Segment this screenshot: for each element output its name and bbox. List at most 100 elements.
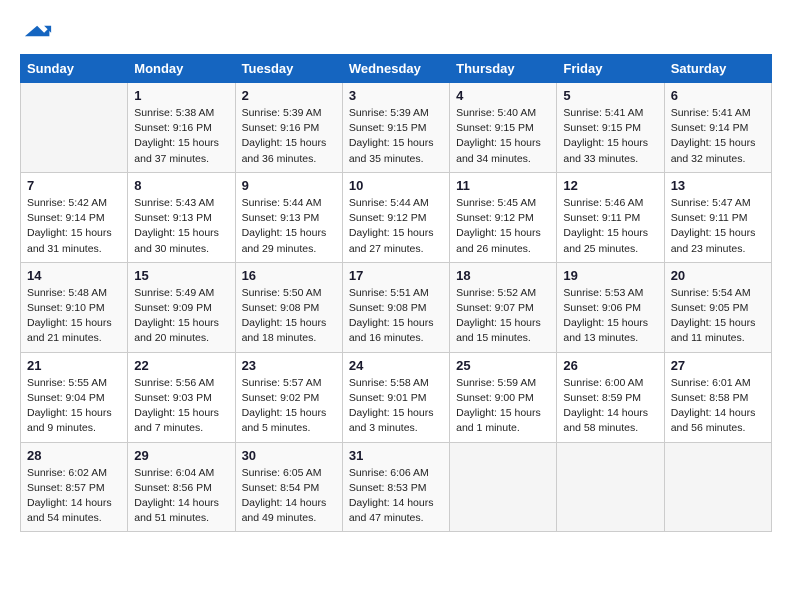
calendar-cell: 23 Sunrise: 5:57 AM Sunset: 9:02 PM Dayli… — [235, 352, 342, 442]
calendar-cell: 8 Sunrise: 5:43 AM Sunset: 9:13 PM Daylig… — [128, 172, 235, 262]
day-info: Sunrise: 5:39 AM Sunset: 9:16 PM Dayligh… — [242, 106, 336, 167]
day-info: Sunrise: 5:56 AM Sunset: 9:03 PM Dayligh… — [134, 376, 228, 437]
calendar-cell: 26 Sunrise: 6:00 AM Sunset: 8:59 PM Dayli… — [557, 352, 664, 442]
day-info: Sunrise: 5:39 AM Sunset: 9:15 PM Dayligh… — [349, 106, 443, 167]
day-info: Sunrise: 5:46 AM Sunset: 9:11 PM Dayligh… — [563, 196, 657, 257]
day-info: Sunrise: 6:06 AM Sunset: 8:53 PM Dayligh… — [349, 466, 443, 527]
calendar-cell — [21, 83, 128, 173]
header-wednesday: Wednesday — [342, 55, 449, 83]
day-info: Sunrise: 6:05 AM Sunset: 8:54 PM Dayligh… — [242, 466, 336, 527]
calendar-cell — [664, 442, 771, 532]
header-tuesday: Tuesday — [235, 55, 342, 83]
calendar-cell: 21 Sunrise: 5:55 AM Sunset: 9:04 PM Dayli… — [21, 352, 128, 442]
calendar-cell: 13 Sunrise: 5:47 AM Sunset: 9:11 PM Dayli… — [664, 172, 771, 262]
calendar-cell: 31 Sunrise: 6:06 AM Sunset: 8:53 PM Dayli… — [342, 442, 449, 532]
day-number: 8 — [134, 178, 228, 193]
calendar-cell: 3 Sunrise: 5:39 AM Sunset: 9:15 PM Daylig… — [342, 83, 449, 173]
calendar-table: SundayMondayTuesdayWednesdayThursdayFrid… — [20, 54, 772, 532]
day-info: Sunrise: 5:40 AM Sunset: 9:15 PM Dayligh… — [456, 106, 550, 167]
calendar-cell: 28 Sunrise: 6:02 AM Sunset: 8:57 PM Dayli… — [21, 442, 128, 532]
day-info: Sunrise: 5:49 AM Sunset: 9:09 PM Dayligh… — [134, 286, 228, 347]
day-number: 21 — [27, 358, 121, 373]
calendar-cell: 29 Sunrise: 6:04 AM Sunset: 8:56 PM Dayli… — [128, 442, 235, 532]
header-friday: Friday — [557, 55, 664, 83]
day-info: Sunrise: 5:54 AM Sunset: 9:05 PM Dayligh… — [671, 286, 765, 347]
day-number: 1 — [134, 88, 228, 103]
day-info: Sunrise: 5:53 AM Sunset: 9:06 PM Dayligh… — [563, 286, 657, 347]
day-number: 17 — [349, 268, 443, 283]
day-info: Sunrise: 6:01 AM Sunset: 8:58 PM Dayligh… — [671, 376, 765, 437]
day-number: 2 — [242, 88, 336, 103]
day-number: 16 — [242, 268, 336, 283]
day-number: 20 — [671, 268, 765, 283]
day-number: 23 — [242, 358, 336, 373]
logo-icon — [24, 24, 52, 38]
day-info: Sunrise: 6:02 AM Sunset: 8:57 PM Dayligh… — [27, 466, 121, 527]
day-number: 26 — [563, 358, 657, 373]
calendar-cell: 18Sunrise: 5:52 AM Sunset: 9:07 PM Dayli… — [450, 262, 557, 352]
day-number: 24 — [349, 358, 443, 373]
day-info: Sunrise: 6:04 AM Sunset: 8:56 PM Dayligh… — [134, 466, 228, 527]
calendar-cell: 30 Sunrise: 6:05 AM Sunset: 8:54 PM Dayli… — [235, 442, 342, 532]
day-info: Sunrise: 5:38 AM Sunset: 9:16 PM Dayligh… — [134, 106, 228, 167]
day-number: 25 — [456, 358, 550, 373]
day-number: 31 — [349, 448, 443, 463]
day-info: Sunrise: 5:43 AM Sunset: 9:13 PM Dayligh… — [134, 196, 228, 257]
day-info: Sunrise: 6:00 AM Sunset: 8:59 PM Dayligh… — [563, 376, 657, 437]
day-number: 4 — [456, 88, 550, 103]
logo — [20, 20, 52, 38]
calendar-cell: 1 Sunrise: 5:38 AM Sunset: 9:16 PM Daylig… — [128, 83, 235, 173]
calendar-cell: 9Sunrise: 5:44 AM Sunset: 9:13 PM Daylig… — [235, 172, 342, 262]
day-number: 6 — [671, 88, 765, 103]
day-number: 10 — [349, 178, 443, 193]
day-number: 28 — [27, 448, 121, 463]
day-number: 11 — [456, 178, 550, 193]
day-number: 12 — [563, 178, 657, 193]
day-number: 14 — [27, 268, 121, 283]
calendar-cell: 4 Sunrise: 5:40 AM Sunset: 9:15 PM Daylig… — [450, 83, 557, 173]
day-info: Sunrise: 5:55 AM Sunset: 9:04 PM Dayligh… — [27, 376, 121, 437]
day-number: 22 — [134, 358, 228, 373]
day-number: 3 — [349, 88, 443, 103]
day-number: 29 — [134, 448, 228, 463]
day-info: Sunrise: 5:44 AM Sunset: 9:12 PM Dayligh… — [349, 196, 443, 257]
day-info: Sunrise: 5:44 AM Sunset: 9:13 PM Dayligh… — [242, 196, 336, 257]
day-info: Sunrise: 5:59 AM Sunset: 9:00 PM Dayligh… — [456, 376, 550, 437]
header-thursday: Thursday — [450, 55, 557, 83]
calendar-cell: 12 Sunrise: 5:46 AM Sunset: 9:11 PM Dayli… — [557, 172, 664, 262]
day-number: 30 — [242, 448, 336, 463]
day-info: Sunrise: 5:58 AM Sunset: 9:01 PM Dayligh… — [349, 376, 443, 437]
day-info: Sunrise: 5:57 AM Sunset: 9:02 PM Dayligh… — [242, 376, 336, 437]
day-info: Sunrise: 5:41 AM Sunset: 9:15 PM Dayligh… — [563, 106, 657, 167]
calendar-cell: 22 Sunrise: 5:56 AM Sunset: 9:03 PM Dayli… — [128, 352, 235, 442]
page-header — [20, 20, 772, 38]
calendar-cell: 16 Sunrise: 5:50 AM Sunset: 9:08 PM Dayli… — [235, 262, 342, 352]
calendar-cell: 7 Sunrise: 5:42 AM Sunset: 9:14 PM Daylig… — [21, 172, 128, 262]
day-info: Sunrise: 5:50 AM Sunset: 9:08 PM Dayligh… — [242, 286, 336, 347]
calendar-cell: 10 Sunrise: 5:44 AM Sunset: 9:12 PM Dayli… — [342, 172, 449, 262]
day-info: Sunrise: 5:48 AM Sunset: 9:10 PM Dayligh… — [27, 286, 121, 347]
calendar-cell: 17Sunrise: 5:51 AM Sunset: 9:08 PM Dayli… — [342, 262, 449, 352]
calendar-cell: 27Sunrise: 6:01 AM Sunset: 8:58 PM Dayli… — [664, 352, 771, 442]
calendar-cell: 2 Sunrise: 5:39 AM Sunset: 9:16 PM Daylig… — [235, 83, 342, 173]
header-monday: Monday — [128, 55, 235, 83]
day-info: Sunrise: 5:52 AM Sunset: 9:07 PM Dayligh… — [456, 286, 550, 347]
header-saturday: Saturday — [664, 55, 771, 83]
calendar-cell — [557, 442, 664, 532]
calendar-cell: 11 Sunrise: 5:45 AM Sunset: 9:12 PM Dayli… — [450, 172, 557, 262]
calendar-cell: 19 Sunrise: 5:53 AM Sunset: 9:06 PM Dayli… — [557, 262, 664, 352]
day-info: Sunrise: 5:45 AM Sunset: 9:12 PM Dayligh… — [456, 196, 550, 257]
day-number: 19 — [563, 268, 657, 283]
header-sunday: Sunday — [21, 55, 128, 83]
day-info: Sunrise: 5:41 AM Sunset: 9:14 PM Dayligh… — [671, 106, 765, 167]
calendar-cell: 6 Sunrise: 5:41 AM Sunset: 9:14 PM Daylig… — [664, 83, 771, 173]
day-number: 7 — [27, 178, 121, 193]
day-number: 5 — [563, 88, 657, 103]
calendar-cell: 14 Sunrise: 5:48 AM Sunset: 9:10 PM Dayli… — [21, 262, 128, 352]
calendar-cell: 20 Sunrise: 5:54 AM Sunset: 9:05 PM Dayli… — [664, 262, 771, 352]
day-number: 13 — [671, 178, 765, 193]
day-info: Sunrise: 5:47 AM Sunset: 9:11 PM Dayligh… — [671, 196, 765, 257]
day-info: Sunrise: 5:42 AM Sunset: 9:14 PM Dayligh… — [27, 196, 121, 257]
day-number: 15 — [134, 268, 228, 283]
calendar-cell: 24 Sunrise: 5:58 AM Sunset: 9:01 PM Dayli… — [342, 352, 449, 442]
